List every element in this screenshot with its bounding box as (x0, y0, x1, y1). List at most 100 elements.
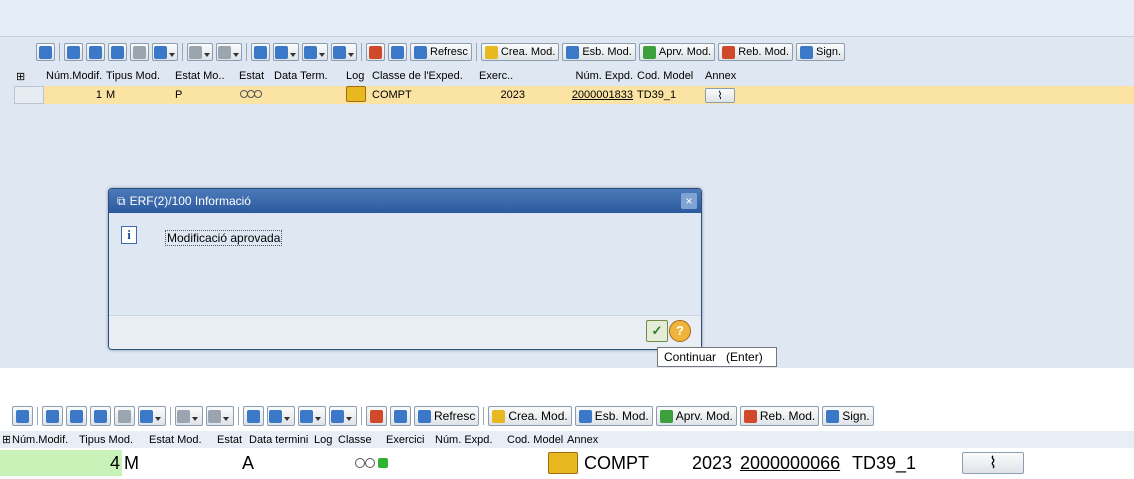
col-header-log[interactable]: Log (344, 70, 370, 82)
trash-icon (578, 409, 592, 423)
sign-button[interactable]: Sign. (822, 406, 874, 426)
subtotal-button[interactable] (206, 406, 234, 426)
table-row[interactable]: 1 M P COMPT 2023 2000001833 TD39_1 ⌇ (14, 85, 1134, 105)
col-header-tipus-mod[interactable]: Tipus Mod. (104, 70, 173, 82)
paperclip-icon: ⌇ (717, 89, 723, 102)
toolbar-separator (238, 407, 239, 425)
graphic-button[interactable] (366, 43, 385, 61)
col-header-cod-model[interactable]: Cod. Model (505, 434, 565, 446)
delete-mod-button[interactable]: Esb. Mod. (562, 43, 636, 61)
col-header-estat[interactable]: Estat (215, 434, 247, 446)
refresh-button[interactable]: Refresc (410, 43, 472, 61)
row-selector[interactable] (14, 86, 44, 104)
cell-log[interactable] (546, 450, 582, 476)
details-button[interactable] (12, 406, 33, 426)
sum-button[interactable] (187, 43, 213, 61)
find-button[interactable] (108, 43, 127, 61)
create-mod-button[interactable]: Crea. Mod. (480, 43, 560, 61)
cell-annex[interactable]: ⌇ (703, 87, 743, 103)
approve-mod-button[interactable]: Aprv. Mod. (638, 43, 716, 61)
col-header-classe[interactable]: Classe (336, 434, 384, 446)
filter-icon (140, 409, 153, 423)
select-all-icon[interactable]: ⊞ (0, 433, 10, 446)
dialog-titlebar[interactable]: ⧉ ERF(2)/100 Informació × (109, 189, 701, 213)
col-header-estat-mod[interactable]: Estat Mod. (147, 434, 215, 446)
col-header-exercici[interactable]: Exercici (384, 434, 433, 446)
table-header: ⊞ Núm.Modif. Tipus Mod. Estat Mo.. Estat… (14, 68, 1134, 84)
layout-button[interactable] (331, 43, 357, 61)
cell-cod-model: TD39_1 (637, 89, 677, 101)
toolbar-separator (170, 407, 171, 425)
create-mod-button[interactable]: Crea. Mod. (488, 406, 572, 426)
col-header-num-expd[interactable]: Núm. Expd. (527, 70, 635, 82)
sum-button[interactable] (175, 406, 203, 426)
col-header-cod-model[interactable]: Cod. Model (635, 70, 703, 82)
filter-button[interactable] (152, 43, 178, 61)
dialog-title: ERF(2)/100 Informació (129, 194, 251, 208)
col-header-exercici[interactable]: Exerc.. (477, 70, 527, 82)
col-header-annex[interactable]: Annex (703, 70, 743, 82)
approve-mod-label: Aprv. Mod. (658, 46, 712, 58)
col-header-classe[interactable]: Classe de l'Exped. (370, 70, 477, 82)
subtotal-button[interactable] (216, 43, 242, 61)
sort-descending-button[interactable] (66, 406, 87, 426)
reject-icon (743, 409, 757, 423)
print-button[interactable] (243, 406, 264, 426)
find-next-button[interactable] (130, 43, 149, 61)
export-icon (300, 409, 313, 423)
col-header-log[interactable]: Log (312, 434, 336, 446)
col-header-data-termini[interactable]: Data termini (247, 434, 312, 446)
close-icon[interactable]: × (681, 193, 697, 209)
cell-log[interactable] (344, 85, 370, 105)
log-icon[interactable] (346, 85, 366, 102)
sort-ascending-button[interactable] (64, 43, 83, 61)
layout-button[interactable] (329, 406, 357, 426)
details-button[interactable] (36, 43, 55, 61)
alv-toolbar: Refresc Crea. Mod. Esb. Mod. Aprv. Mod. … (36, 41, 1134, 63)
info-button[interactable] (388, 43, 407, 61)
annex-button[interactable]: ⌇ (705, 87, 735, 103)
select-all-icon[interactable]: ⊞ (14, 70, 44, 83)
chart-icon (369, 45, 382, 59)
toolbar-separator (361, 43, 362, 61)
log-icon[interactable] (548, 452, 578, 474)
help-button[interactable]: ? (669, 320, 691, 342)
cell-num-expd-link[interactable]: 2000001833 (527, 89, 635, 101)
find-next-button[interactable] (114, 406, 135, 426)
sort-ascending-button[interactable] (42, 406, 63, 426)
col-header-data-term[interactable]: Data Term. (272, 70, 344, 82)
delete-mod-button[interactable]: Esb. Mod. (574, 406, 653, 426)
cell-cod-model: TD39_1 (852, 453, 917, 473)
col-header-tipus-mod[interactable]: Tipus Mod. (77, 434, 147, 446)
print-button[interactable] (251, 43, 270, 61)
export-button[interactable] (302, 43, 328, 61)
annex-button[interactable]: ⌇ (962, 452, 1024, 474)
approve-mod-button[interactable]: Aprv. Mod. (655, 406, 737, 426)
graphic-button[interactable] (366, 406, 387, 426)
col-header-estat[interactable]: Estat (237, 70, 272, 82)
binoculars-next-icon (118, 409, 131, 423)
views-button[interactable] (273, 43, 299, 61)
info-button[interactable] (390, 406, 411, 426)
cell-annex[interactable]: ⌇ (960, 450, 1040, 476)
sign-button[interactable]: Sign. (795, 43, 846, 61)
views-button[interactable] (267, 406, 295, 426)
reject-mod-button[interactable]: Reb. Mod. (739, 406, 820, 426)
refresh-button[interactable]: Refresc (414, 406, 480, 426)
info-icon (391, 45, 404, 59)
toolbar-separator (246, 43, 247, 61)
filter-button[interactable] (138, 406, 166, 426)
table-row-2[interactable]: 4 M A COMPT 2023 2000000066 TD39_1 ⌇ (0, 450, 1134, 476)
col-header-num-expd[interactable]: Núm. Expd. (433, 434, 505, 446)
continue-button[interactable]: ✓ (646, 320, 668, 342)
export-button[interactable] (298, 406, 326, 426)
col-header-annex[interactable]: Annex (565, 434, 605, 446)
col-header-estat-mod[interactable]: Estat Mo.. (173, 70, 237, 82)
find-button[interactable] (90, 406, 111, 426)
col-header-num-modif[interactable]: Núm.Modif. (44, 70, 104, 82)
sort-descending-button[interactable] (86, 43, 105, 61)
cell-num-expd-link[interactable]: 2000000066 (738, 450, 850, 476)
reject-mod-button[interactable]: Reb. Mod. (718, 43, 793, 61)
col-header-num-modif[interactable]: Núm.Modif. (10, 434, 77, 446)
toolbar-separator (475, 43, 477, 61)
